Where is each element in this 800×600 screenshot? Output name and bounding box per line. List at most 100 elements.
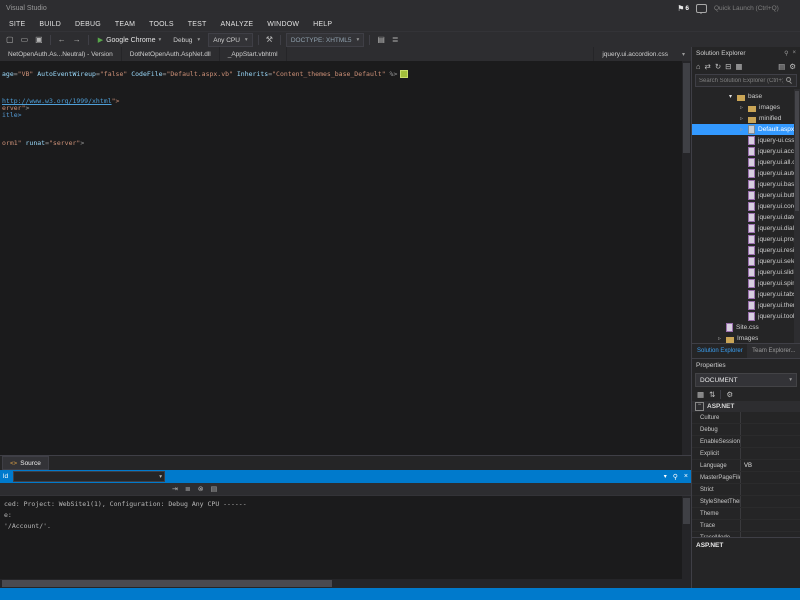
open-file-icon[interactable]: ▭	[19, 36, 31, 44]
save-icon[interactable]: ▣	[33, 36, 45, 44]
property-value[interactable]	[741, 436, 800, 447]
tree-item-jquery-ui-slider-css[interactable]: jquery.ui.slider.css	[692, 267, 800, 278]
output-title-bar[interactable]: ld ▾ ▾ ⚲ ×	[0, 470, 691, 483]
document-tab[interactable]: NetOpenAuth.As...Neutral) - Version	[0, 47, 122, 61]
output-vertical-scrollbar[interactable]	[682, 496, 691, 579]
property-value[interactable]	[741, 448, 800, 459]
property-row[interactable]: Theme	[692, 508, 800, 520]
tree-item-images[interactable]: ▹ images	[692, 102, 800, 113]
menu-item-team[interactable]: TEAM	[108, 21, 142, 28]
tree-item-images[interactable]: ▹ Images	[692, 333, 800, 343]
tree-item-jquery-ui-dialog-css[interactable]: jquery.ui.dialog.css	[692, 223, 800, 234]
tree-item-jquery-ui-core-css[interactable]: jquery.ui.core.css	[692, 201, 800, 212]
tree-vertical-scrollbar[interactable]	[794, 89, 800, 343]
tree-item-jquery-ui-base-css[interactable]: jquery.ui.base.css	[692, 179, 800, 190]
preview-selected-icon[interactable]: ▤	[778, 63, 785, 71]
property-row[interactable]: EnableSessionState	[692, 436, 800, 448]
navigate-back-icon[interactable]: ←	[56, 36, 68, 44]
property-row[interactable]: StyleSheetTheme	[692, 496, 800, 508]
collapse-all-icon[interactable]: ⊟	[725, 63, 731, 71]
pin-icon[interactable]: ⚲	[673, 473, 678, 481]
property-row[interactable]: Strict	[692, 484, 800, 496]
tree-item-jquery-ui-all-css[interactable]: jquery.ui.all.css	[692, 157, 800, 168]
tree-item-base[interactable]: ▾ base	[692, 91, 800, 102]
scrollbar-thumb[interactable]	[795, 91, 799, 211]
property-value[interactable]	[741, 496, 800, 507]
close-icon[interactable]: ×	[684, 473, 688, 480]
properties-icon[interactable]: ⚙	[789, 63, 796, 71]
menu-item-analyze[interactable]: ANALYZE	[213, 21, 260, 28]
chevron-collapsed-icon[interactable]: ▹	[740, 115, 748, 122]
property-value[interactable]	[741, 412, 800, 423]
list-icon[interactable]: ≣	[390, 36, 401, 44]
quick-launch-input[interactable]: Quick Launch (Ctrl+Q)	[714, 5, 794, 12]
property-pages-icon[interactable]: ⚙	[726, 391, 733, 399]
pin-icon[interactable]: ⚲	[784, 50, 788, 57]
property-row[interactable]: Culture	[692, 412, 800, 424]
close-icon[interactable]: ×	[792, 50, 796, 57]
tree-item-jquery-ui-selectable-css[interactable]: jquery.ui.selectable.css	[692, 256, 800, 267]
formatting-icon[interactable]: ▤	[375, 36, 387, 44]
scrollbar-thumb[interactable]	[2, 580, 332, 587]
start-debugging-button[interactable]: ▶ Google Chrome ▾	[94, 36, 166, 45]
property-row[interactable]: Language VB	[692, 460, 800, 472]
source-view-tab[interactable]: <> Source	[2, 456, 49, 470]
properties-object-dropdown[interactable]: DOCUMENT ▾	[695, 373, 797, 387]
tree-item-jquery-ui-tooltip-css[interactable]: jquery.ui.tooltip.css	[692, 311, 800, 322]
tree-item-minified[interactable]: ▹ minified	[692, 113, 800, 124]
toggle-output-icon[interactable]: ▤	[211, 486, 218, 493]
menu-item-build[interactable]: BUILD	[32, 21, 68, 28]
collapse-category-icon[interactable]: −	[695, 402, 704, 411]
scrollbar-thumb[interactable]	[683, 498, 690, 524]
code-editor[interactable]: age="VB" AutoEventWireup="false" CodeFil…	[0, 61, 691, 455]
preview-document-tab[interactable]: jquery.ui.accordion.css	[593, 47, 676, 61]
tree-item-jquery-ui-accordion-css[interactable]: jquery.ui.accordion.css	[692, 146, 800, 157]
tree-item-default-aspx[interactable]: ▹ Default.aspx	[692, 124, 800, 135]
build-icon[interactable]: ⚒	[264, 36, 275, 44]
property-value[interactable]	[741, 484, 800, 495]
tree-item-jquery-ui-tabs-css[interactable]: jquery.ui.tabs.css	[692, 289, 800, 300]
tree-item-jquery-ui-progressbar-css[interactable]: jquery.ui.progressbar.css	[692, 234, 800, 245]
property-value[interactable]	[741, 520, 800, 531]
solution-search-input[interactable]: Search Solution Explorer (Ctrl+;)	[695, 74, 797, 87]
property-row[interactable]: Debug	[692, 424, 800, 436]
document-tab[interactable]: _AppStart.vbhtml	[220, 47, 287, 61]
menu-item-test[interactable]: TEST	[181, 21, 214, 28]
property-row[interactable]: Explicit	[692, 448, 800, 460]
navigate-forward-icon[interactable]: →	[71, 36, 83, 44]
chevron-collapsed-icon[interactable]: ▹	[718, 335, 726, 342]
properties-title-bar[interactable]: Properties	[692, 359, 800, 372]
property-category-header[interactable]: − ASP.NET	[692, 401, 800, 412]
notifications-flag-icon[interactable]: ⚑ 6	[677, 4, 689, 13]
tree-item-jquery-ui-button-css[interactable]: jquery.ui.button.css	[692, 190, 800, 201]
output-content[interactable]: ced: Project: WebSite1(1), Configuration…	[0, 496, 691, 579]
window-position-icon[interactable]: ▾	[664, 473, 667, 480]
tab-solution-explorer[interactable]: Solution Explorer	[692, 344, 748, 358]
property-row[interactable]: Trace	[692, 520, 800, 532]
categorized-icon[interactable]: ▦	[697, 391, 704, 399]
menu-item-window[interactable]: WINDOW	[260, 21, 306, 28]
chevron-collapsed-icon[interactable]: ▹	[740, 126, 748, 133]
chevron-collapsed-icon[interactable]: ▹	[740, 104, 748, 111]
document-list-chevron-icon[interactable]: ▾	[676, 47, 691, 61]
goto-message-icon[interactable]: ⇥	[172, 486, 178, 493]
alphabetical-icon[interactable]: ⇅	[709, 391, 715, 399]
tree-item-jquery-ui-css[interactable]: jquery-ui.css	[692, 135, 800, 146]
tree-item-jquery-ui-spinner-css[interactable]: jquery.ui.spinner.css	[692, 278, 800, 289]
menu-item-site[interactable]: SITE	[2, 21, 32, 28]
tree-item-jquery-ui-resizable-css[interactable]: jquery.ui.resizable.css	[692, 245, 800, 256]
property-value[interactable]	[741, 472, 800, 483]
sync-with-active-document-icon[interactable]: ⇄	[705, 63, 711, 71]
output-horizontal-scrollbar[interactable]	[0, 579, 691, 588]
solution-explorer-title-bar[interactable]: Solution Explorer ⚲ ×	[692, 47, 800, 60]
menu-item-tools[interactable]: TOOLS	[142, 21, 181, 28]
property-value[interactable]	[741, 508, 800, 519]
new-file-icon[interactable]: ▢	[4, 36, 16, 44]
chevron-expanded-icon[interactable]: ▾	[729, 93, 737, 100]
tree-item-jquery-ui-theme-css[interactable]: jquery.ui.theme.css	[692, 300, 800, 311]
property-row[interactable]: MasterPageFile	[692, 472, 800, 484]
document-tab[interactable]: DotNetOpenAuth.AspNet.dll	[122, 47, 220, 61]
refresh-icon[interactable]: ↻	[715, 63, 721, 71]
platform-dropdown[interactable]: Any CPU ▾	[208, 33, 253, 47]
show-all-files-icon[interactable]: ▦	[735, 63, 742, 71]
